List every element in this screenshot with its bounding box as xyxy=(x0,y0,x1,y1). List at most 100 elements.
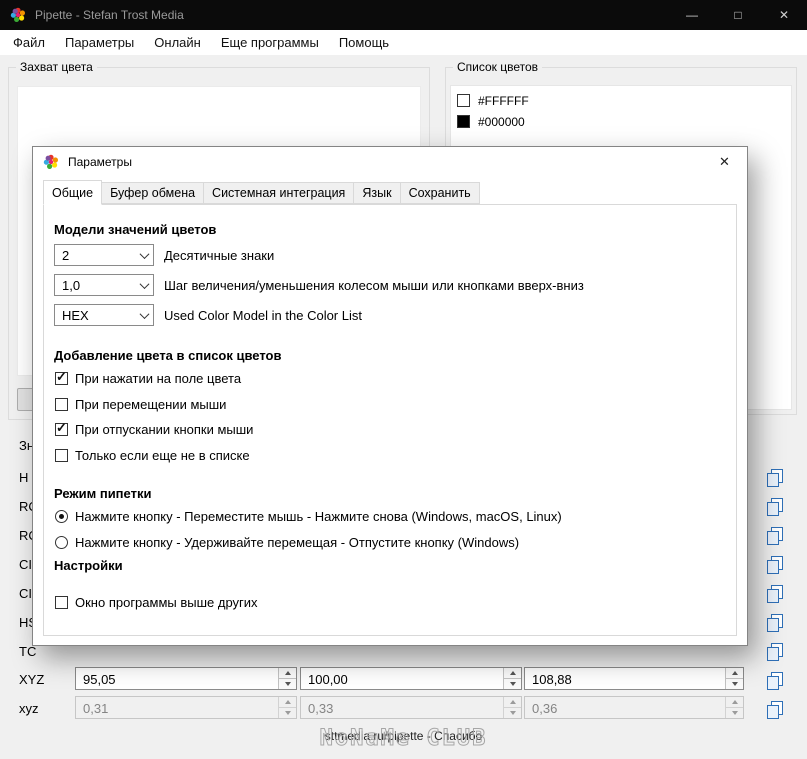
list-item[interactable]: #FFFFFF xyxy=(451,90,791,111)
color-swatch xyxy=(457,115,470,128)
check-icon: ✓ xyxy=(56,369,67,384)
checkbox-label: Только если еще не в списке xyxy=(75,448,250,463)
capture-group-label: Захват цвета xyxy=(16,60,97,74)
radio-click-move-click[interactable]: Нажмите кнопку - Переместите мышь - Нажм… xyxy=(55,509,562,524)
spinner xyxy=(503,697,521,718)
tab-clipboard[interactable]: Буфер обмена xyxy=(101,182,205,204)
xyz-small-x-field: 0,31 xyxy=(75,696,297,719)
copy-icon[interactable] xyxy=(765,641,785,663)
field-value: 108,88 xyxy=(532,672,572,687)
maximize-icon[interactable]: □ xyxy=(715,0,761,30)
spin-up-icon xyxy=(726,697,743,708)
xyz-z-field[interactable]: 108,88 xyxy=(524,667,744,690)
xyz-small-y-field: 0,33 xyxy=(300,696,522,719)
tab-general[interactable]: Общие xyxy=(43,180,103,205)
spin-down-icon xyxy=(279,708,296,718)
radio-icon[interactable] xyxy=(55,510,68,523)
chevron-down-icon xyxy=(135,275,153,295)
step-combo[interactable]: 1,0 xyxy=(54,274,154,296)
spinner xyxy=(278,668,296,689)
app-window: Pipette - Stefan Trost Media — □ ✕ Файл … xyxy=(0,0,807,759)
spin-up-icon[interactable] xyxy=(726,668,743,679)
xyz-small-z-field: 0,36 xyxy=(524,696,744,719)
app-icon xyxy=(43,154,58,169)
copy-icon[interactable] xyxy=(765,583,785,605)
heading-color-models: Модели значений цветов xyxy=(54,222,217,237)
copy-icon[interactable] xyxy=(765,554,785,576)
spin-down-icon[interactable] xyxy=(279,679,296,689)
color-list-group-label: Список цветов xyxy=(453,60,543,74)
spin-down-icon xyxy=(504,708,521,718)
combo-value: 1,0 xyxy=(62,277,81,293)
checkbox-on-move[interactable]: ✓ При перемещении мыши xyxy=(55,397,226,412)
checkbox-label: При нажатии на поле цвета xyxy=(75,371,242,386)
checkbox-icon[interactable]: ✓ xyxy=(55,596,68,609)
field-value: 0,31 xyxy=(83,701,109,716)
xyz-x-field[interactable]: 95,05 xyxy=(75,667,297,690)
color-value: #000000 xyxy=(478,114,525,129)
radio-hold-drag-release[interactable]: Нажмите кнопку - Удерживайте перемещая -… xyxy=(55,535,519,550)
checkbox-icon[interactable]: ✓ xyxy=(55,449,68,462)
checkbox-icon[interactable]: ✓ xyxy=(55,420,68,436)
checkbox-on-click[interactable]: ✓ При нажатии на поле цвета xyxy=(55,369,242,386)
checkbox-only-if-new[interactable]: ✓ Только если еще не в списке xyxy=(55,448,250,463)
tab-system-integration[interactable]: Системная интеграция xyxy=(203,182,355,204)
field-value: 0,36 xyxy=(532,701,558,716)
tab-save[interactable]: Сохранить xyxy=(399,182,480,204)
combo-value: 2 xyxy=(62,247,70,263)
checkbox-always-on-top[interactable]: ✓ Окно программы выше других xyxy=(55,595,258,610)
spinner xyxy=(725,697,743,718)
copy-icon[interactable] xyxy=(765,496,785,518)
menubar: Файл Параметры Онлайн Еще программы Помо… xyxy=(0,30,807,55)
spin-down-icon[interactable] xyxy=(504,679,521,689)
radio-label: Нажмите кнопку - Переместите мышь - Нажм… xyxy=(75,509,562,524)
row-label-partial: CI xyxy=(19,557,32,572)
chevron-down-icon xyxy=(135,245,153,265)
checkbox-icon[interactable]: ✓ xyxy=(55,369,68,385)
menu-options[interactable]: Параметры xyxy=(55,30,144,55)
menu-more-programs[interactable]: Еще программы xyxy=(211,30,329,55)
spin-up-icon[interactable] xyxy=(279,668,296,679)
decimal-places-label: Десятичные знаки xyxy=(164,248,275,263)
checkbox-label: При отпускании кнопки мыши xyxy=(75,422,254,437)
row-label-xyz: XYZ xyxy=(19,672,45,687)
close-icon[interactable]: ✕ xyxy=(761,0,807,30)
spinner xyxy=(725,668,743,689)
chevron-down-icon xyxy=(135,305,153,325)
list-color-model-combo[interactable]: HEX xyxy=(54,304,154,326)
dialog-titlebar: Параметры ✕ xyxy=(33,147,747,177)
minimize-icon[interactable]: — xyxy=(669,0,715,30)
check-icon: ✓ xyxy=(56,420,67,435)
field-value: 0,33 xyxy=(308,701,334,716)
copy-icon[interactable] xyxy=(765,670,785,692)
radio-label: Нажмите кнопку - Удерживайте перемещая -… xyxy=(75,535,520,550)
heading-add-color: Добавление цвета в список цветов xyxy=(54,348,282,363)
checkbox-on-release[interactable]: ✓ При отпускании кнопки мыши xyxy=(55,420,254,437)
copy-icon[interactable] xyxy=(765,699,785,721)
tab-language[interactable]: Язык xyxy=(353,182,401,204)
spin-down-icon[interactable] xyxy=(726,679,743,689)
radio-icon[interactable] xyxy=(55,536,68,549)
dialog-title: Параметры xyxy=(68,155,132,169)
menu-file[interactable]: Файл xyxy=(3,30,55,55)
checkbox-label: Окно программы выше других xyxy=(75,595,258,610)
menu-help[interactable]: Помощь xyxy=(329,30,399,55)
titlebar: Pipette - Stefan Trost Media — □ ✕ xyxy=(0,0,807,30)
xyz-y-field[interactable]: 100,00 xyxy=(300,667,522,690)
copy-icon[interactable] xyxy=(765,612,785,634)
checkbox-icon[interactable]: ✓ xyxy=(55,398,68,411)
spin-down-icon xyxy=(726,708,743,718)
row-label-partial: TC xyxy=(19,644,37,659)
options-dialog: Параметры ✕ Общие Буфер обмена Системная… xyxy=(32,146,748,646)
watermark: NoNaMe CLUB xyxy=(319,726,488,752)
spin-up-icon xyxy=(504,697,521,708)
field-value: 100,00 xyxy=(308,672,348,687)
menu-online[interactable]: Онлайн xyxy=(144,30,211,55)
dialog-close-icon[interactable]: ✕ xyxy=(702,147,747,177)
decimal-places-combo[interactable]: 2 xyxy=(54,244,154,266)
spin-up-icon[interactable] xyxy=(504,668,521,679)
list-item[interactable]: #000000 xyxy=(451,111,791,132)
heading-pipette-mode: Режим пипетки xyxy=(54,486,152,501)
copy-icon[interactable] xyxy=(765,525,785,547)
copy-icon[interactable] xyxy=(765,467,785,489)
